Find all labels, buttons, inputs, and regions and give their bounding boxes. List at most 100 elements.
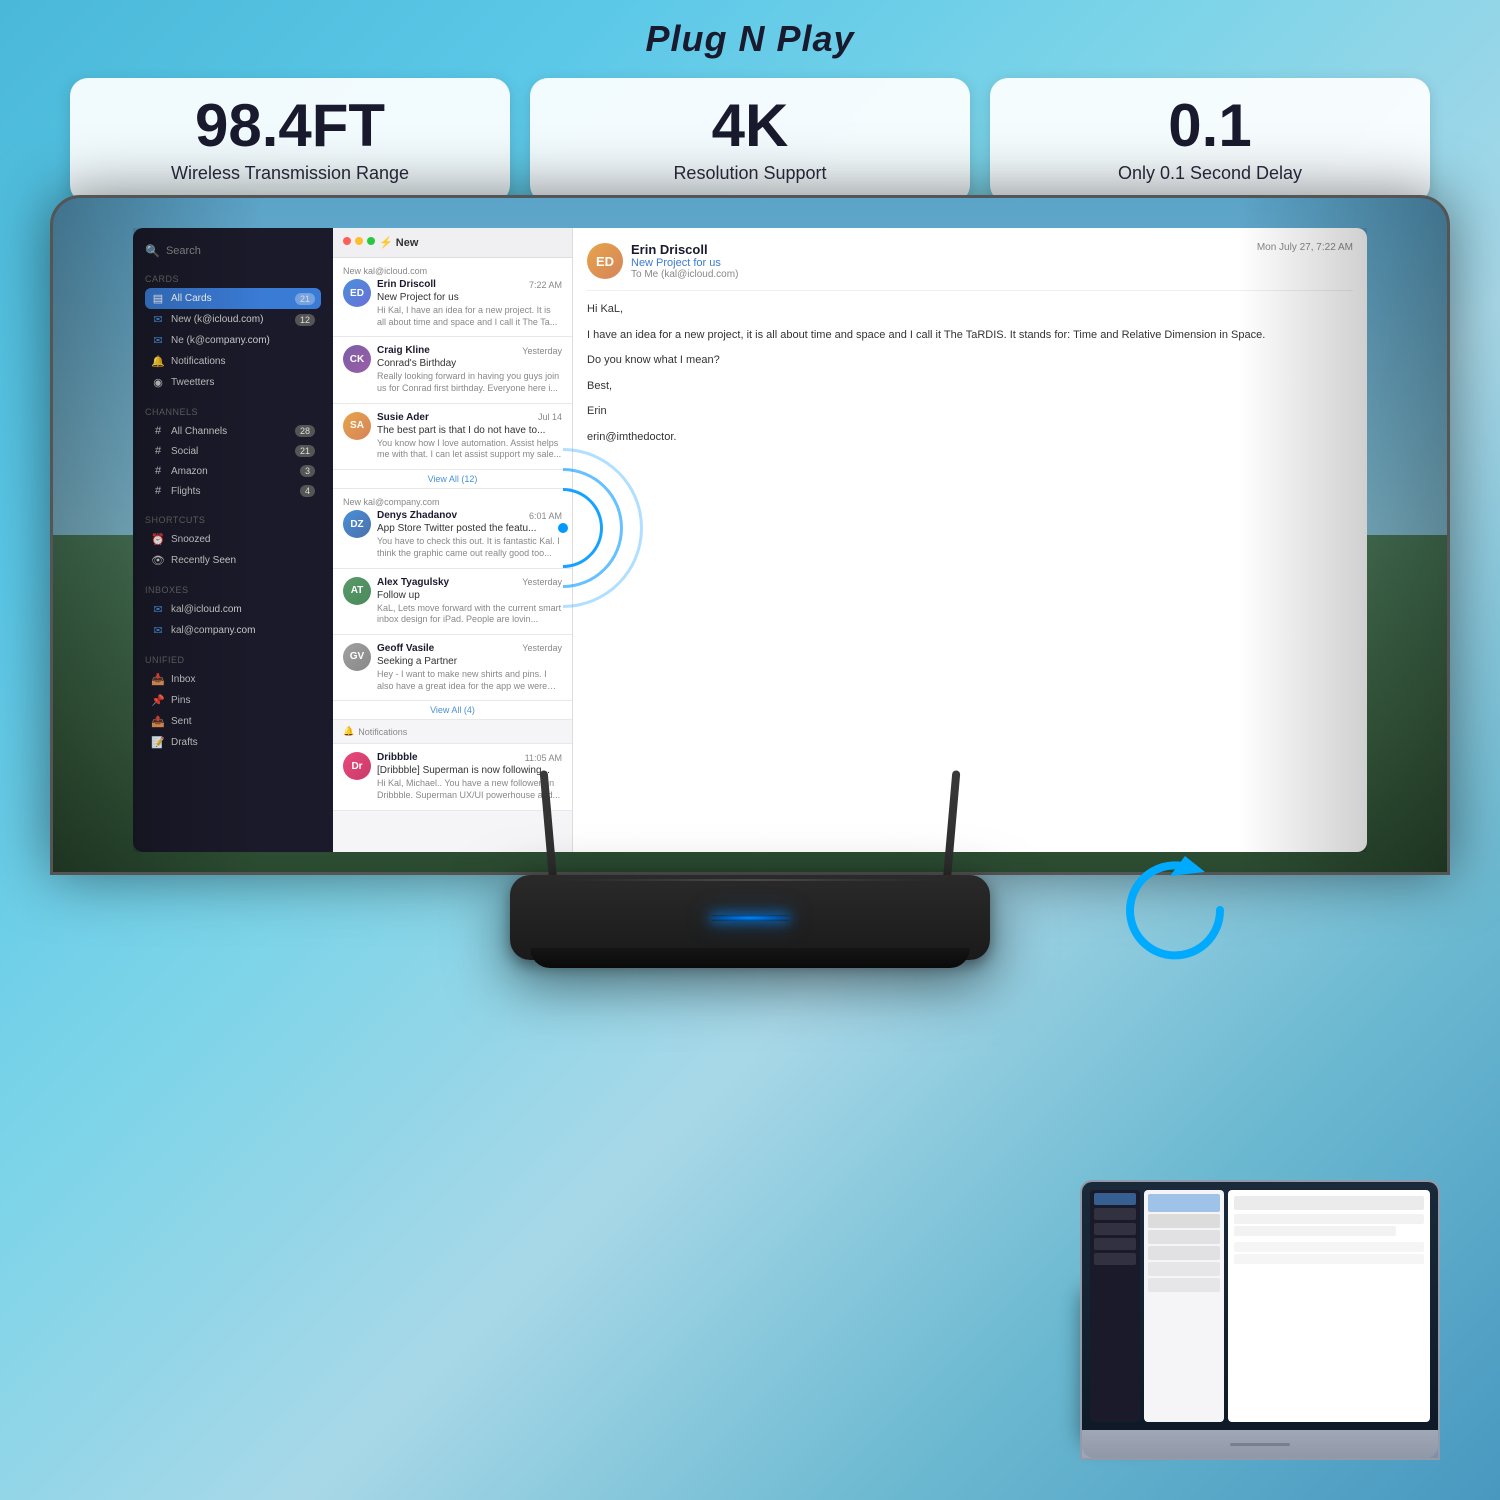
msg-from-alex: Alex Tyagulsky bbox=[377, 577, 449, 588]
hash-icon-4: # bbox=[151, 485, 165, 497]
sidebar-item-snoozed[interactable]: ⏰ Snoozed bbox=[145, 529, 321, 550]
icloud-icon: ✉ bbox=[151, 603, 165, 616]
mini-sidebar-item-1 bbox=[1094, 1193, 1136, 1205]
avatar-geoff: GV bbox=[343, 643, 371, 671]
refresh-arrow-area bbox=[1110, 840, 1250, 980]
sidebar-item-all-channels[interactable]: # All Channels 28 bbox=[145, 421, 321, 441]
avatar-susie: SA bbox=[343, 412, 371, 440]
hash-icon-2: # bbox=[151, 445, 165, 457]
laptop-notch bbox=[1230, 1443, 1290, 1446]
company-label: kal@company.com bbox=[171, 625, 255, 636]
minimize-dot[interactable] bbox=[355, 237, 363, 245]
view-all-4[interactable]: View All (4) bbox=[333, 701, 572, 720]
sidebar-item-pins[interactable]: 📌 Pins bbox=[145, 690, 321, 711]
new-icloud-label: New (k@icloud.com) bbox=[171, 314, 263, 325]
email-detail-avatar: ED bbox=[587, 243, 623, 279]
msg-row-dribbble: Dr Dribbble 11:05 AM [Dribbble] Superman… bbox=[343, 752, 562, 801]
msg-subject-dribbble: [Dribbble] Superman is now following... bbox=[377, 765, 562, 776]
email-detail-header: ED Erin Driscoll New Project for us To M… bbox=[587, 242, 1353, 291]
feature-delay: 0.1 Only 0.1 Second Delay bbox=[990, 78, 1430, 203]
mini-detail-3 bbox=[1234, 1226, 1396, 1236]
inboxes-title: INBOXES bbox=[145, 585, 321, 595]
mac-window-controls bbox=[343, 237, 375, 245]
email-body: Hi KaL, I have an idea for a new project… bbox=[587, 301, 1353, 447]
mini-sidebar-item-5 bbox=[1094, 1253, 1136, 1265]
sidebar-item-notifications[interactable]: 🔔 Notifications bbox=[145, 351, 321, 372]
email-detail-info: Erin Driscoll New Project for us To Me (… bbox=[631, 242, 738, 280]
new-company-label: Ne (k@company.com) bbox=[171, 335, 270, 346]
email-sidebar: 🔍 Search CARDS ▤ All Cards 21 ✉ New (k@i… bbox=[133, 228, 333, 852]
msg-content-dribbble: Dribbble 11:05 AM [Dribbble] Superman is… bbox=[377, 752, 562, 801]
recently-seen-label: Recently Seen bbox=[171, 555, 236, 566]
msg-header-craig: Craig Kline Yesterday bbox=[377, 345, 562, 356]
inboxes-section: INBOXES ✉ kal@icloud.com ✉ kal@company.c… bbox=[133, 581, 333, 645]
flights-badge: 4 bbox=[300, 485, 315, 497]
sidebar-item-amazon[interactable]: # Amazon 3 bbox=[145, 461, 321, 481]
sidebar-item-icloud[interactable]: ✉ kal@icloud.com bbox=[145, 599, 321, 620]
maximize-dot[interactable] bbox=[367, 237, 375, 245]
sent-label: Sent bbox=[171, 716, 192, 727]
message-item-geoff[interactable]: GV Geoff Vasile Yesterday Seeking a Part… bbox=[333, 635, 572, 701]
device-base bbox=[530, 948, 970, 968]
msg-content-erin: Erin Driscoll 7:22 AM New Project for us… bbox=[377, 279, 562, 328]
sidebar-item-new-icloud[interactable]: ✉ New (k@icloud.com) 12 bbox=[145, 309, 321, 330]
sidebar-item-recently-seen[interactable]: 👁 Recently Seen bbox=[145, 550, 321, 571]
msg-from-erin: Erin Driscoll bbox=[377, 279, 436, 290]
page-title: Plug N Play bbox=[645, 18, 854, 60]
icloud-label: kal@icloud.com bbox=[171, 604, 242, 615]
sidebar-item-sent[interactable]: 📤 Sent bbox=[145, 711, 321, 732]
all-channels-badge: 28 bbox=[295, 425, 315, 437]
twitter-icon: ◉ bbox=[151, 376, 165, 389]
avatar-denys: DZ bbox=[343, 510, 371, 538]
company-icon: ✉ bbox=[151, 624, 165, 637]
email-detail-date: Mon July 27, 7:22 AM bbox=[1257, 242, 1353, 253]
channels-section-title: CHANNELS bbox=[145, 407, 321, 417]
msg-header-erin: Erin Driscoll 7:22 AM bbox=[377, 279, 562, 290]
message-list-header: ⚡ New bbox=[333, 228, 572, 258]
search-label: Search bbox=[166, 245, 201, 257]
email-body-best: Best, bbox=[587, 378, 1353, 396]
msg-preview-erin: Hi Kal, I have an idea for a new project… bbox=[377, 305, 562, 328]
hash-icon-1: # bbox=[151, 425, 165, 437]
device-wrapper bbox=[510, 800, 990, 960]
amazon-badge: 3 bbox=[300, 465, 315, 477]
sidebar-item-company[interactable]: ✉ kal@company.com bbox=[145, 620, 321, 641]
sidebar-item-drafts[interactable]: 📝 Drafts bbox=[145, 732, 321, 753]
sidebar-item-all-cards[interactable]: ▤ All Cards 21 bbox=[145, 288, 321, 309]
avatar-craig: CK bbox=[343, 345, 371, 373]
mini-email-row-2 bbox=[1148, 1214, 1220, 1228]
sidebar-item-flights[interactable]: # Flights 4 bbox=[145, 481, 321, 501]
device-box bbox=[510, 875, 990, 960]
msg-row-geoff: GV Geoff Vasile Yesterday Seeking a Part… bbox=[343, 643, 562, 692]
feature-delay-main: 0.1 bbox=[1020, 96, 1400, 156]
flights-label: Flights bbox=[171, 486, 200, 497]
snooze-icon: ⏰ bbox=[151, 533, 165, 546]
notifications-divider: 🔔 Notifications bbox=[333, 720, 572, 744]
feature-delay-sub: Only 0.1 Second Delay bbox=[1020, 162, 1400, 185]
sidebar-item-social[interactable]: # Social 21 bbox=[145, 441, 321, 461]
sidebar-item-inbox[interactable]: 📥 Inbox bbox=[145, 669, 321, 690]
pins-label: Pins bbox=[171, 695, 190, 706]
features-row: 98.4FT Wireless Transmission Range 4K Re… bbox=[40, 78, 1460, 203]
mini-sidebar-item-2 bbox=[1094, 1208, 1136, 1220]
search-icon: 🔍 bbox=[145, 244, 160, 258]
avatar-dribbble: Dr bbox=[343, 752, 371, 780]
sidebar-item-new-company[interactable]: ✉ Ne (k@company.com) bbox=[145, 330, 321, 351]
msg-from-denys: Denys Zhadanov bbox=[377, 510, 457, 521]
shortcuts-section: SHORTCUTS ⏰ Snoozed 👁 Recently Seen bbox=[133, 511, 333, 575]
tweetters-label: Tweetters bbox=[171, 377, 214, 388]
laptop-sidebar-mini bbox=[1090, 1190, 1140, 1422]
small-devices-area bbox=[1060, 1140, 1440, 1460]
device-led bbox=[710, 915, 790, 921]
msg-time-craig: Yesterday bbox=[522, 346, 562, 356]
message-item-craig[interactable]: CK Craig Kline Yesterday Conrad's Birthd… bbox=[333, 337, 572, 403]
sidebar-item-tweetters[interactable]: ◉ Tweetters bbox=[145, 372, 321, 393]
hash-icon-3: # bbox=[151, 465, 165, 477]
new-icloud-badge: 12 bbox=[295, 314, 315, 326]
mail-icon-2: ✉ bbox=[151, 334, 165, 347]
mini-sidebar-item-4 bbox=[1094, 1238, 1136, 1250]
drafts-icon: 📝 bbox=[151, 736, 165, 749]
close-dot[interactable] bbox=[343, 237, 351, 245]
mail-icon: ✉ bbox=[151, 313, 165, 326]
message-item-erin[interactable]: New kal@icloud.com ED Erin Driscoll 7:22… bbox=[333, 258, 572, 337]
